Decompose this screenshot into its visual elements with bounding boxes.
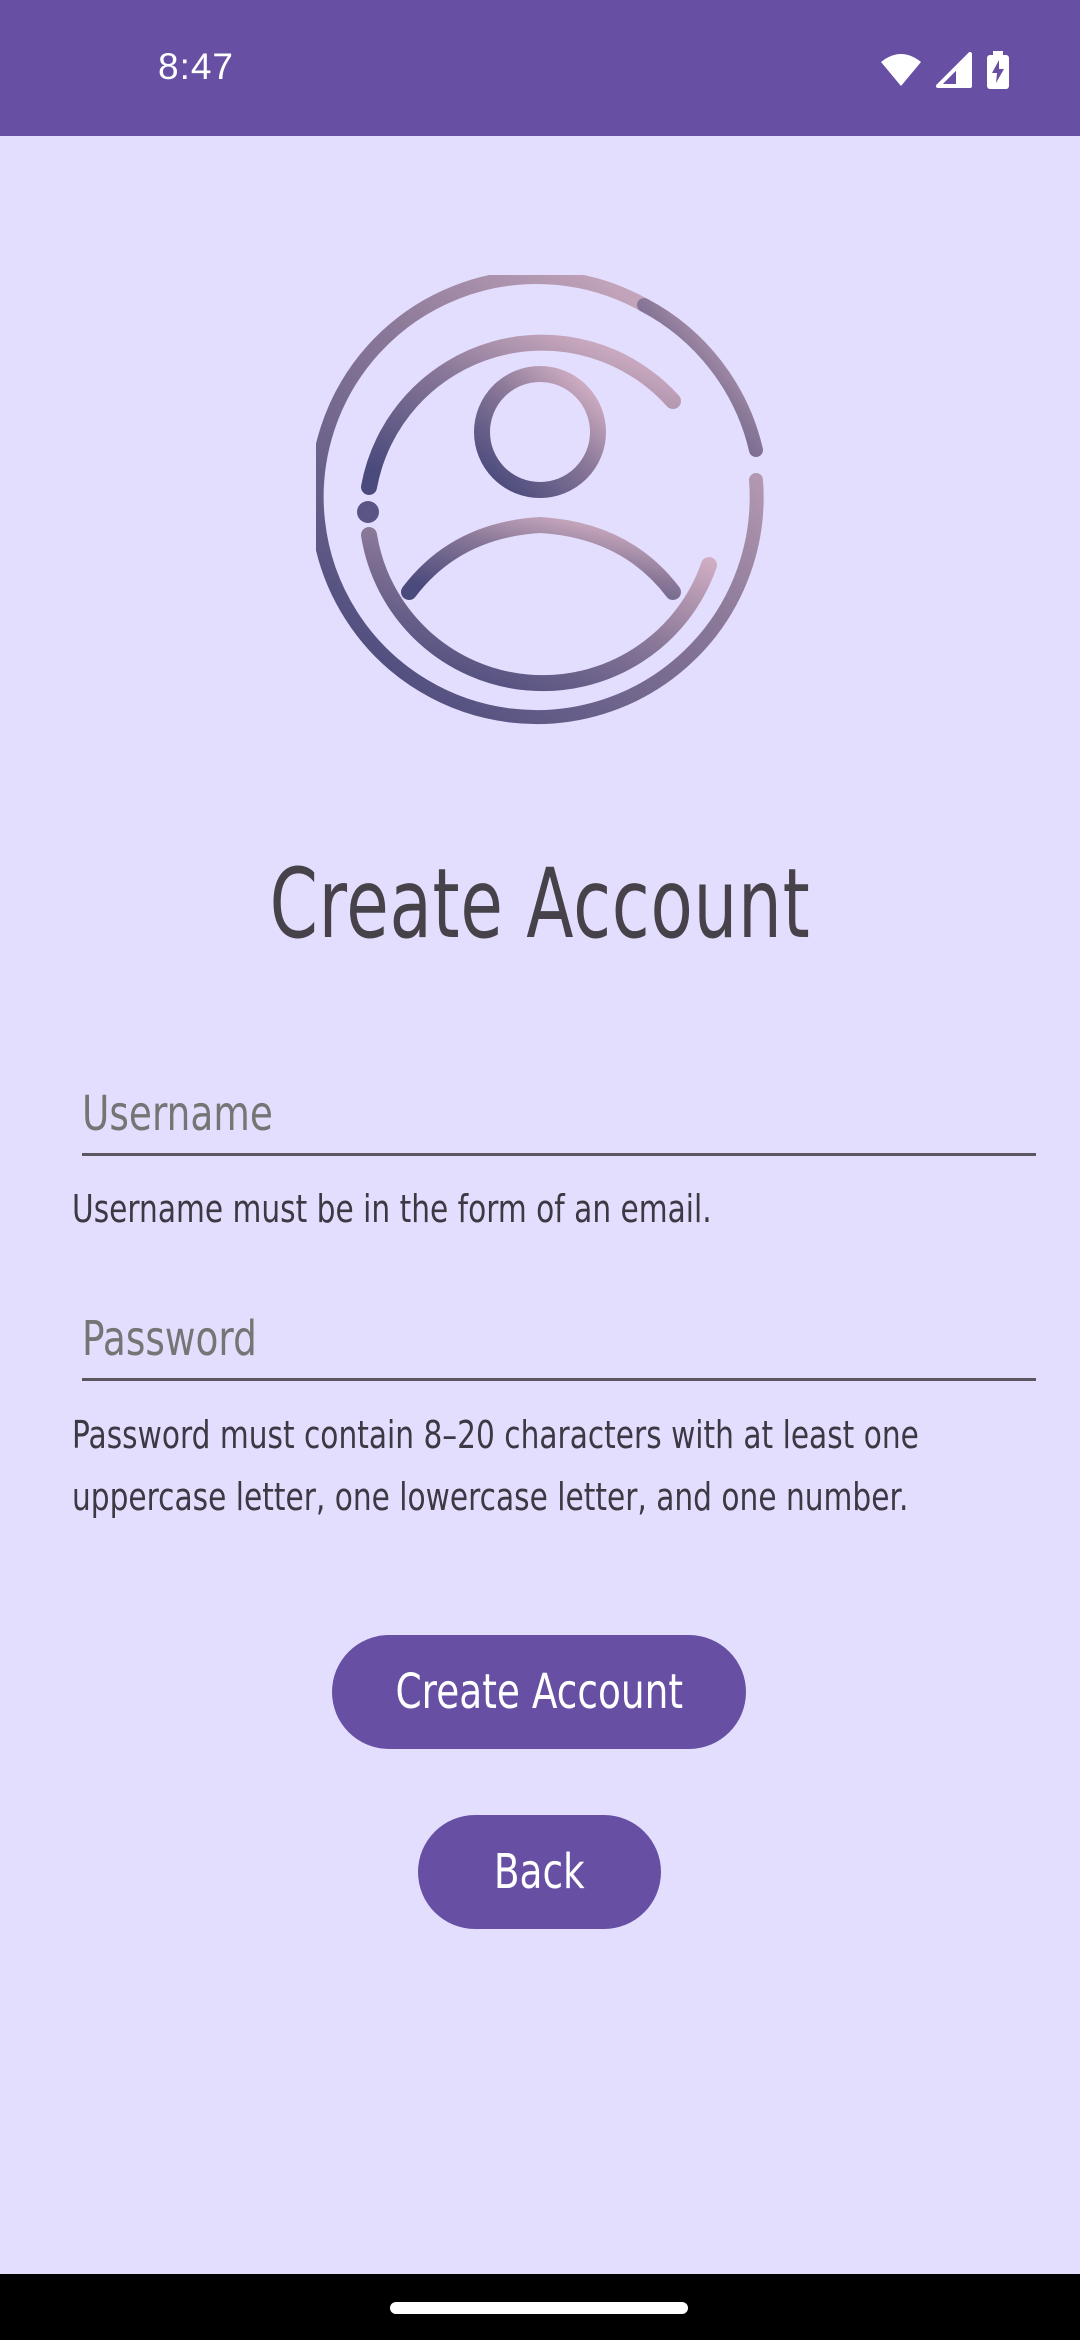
status-time: 8:47 <box>158 46 235 87</box>
status-bar: 8:47 <box>0 0 1080 136</box>
status-icons <box>880 50 1010 90</box>
home-gesture-handle[interactable] <box>390 2302 688 2314</box>
password-helper-line-2: uppercase letter, one lowercase letter, … <box>72 1475 909 1519</box>
page-title: Create Account <box>269 848 811 960</box>
create-account-button-label: Create Account <box>395 1664 683 1720</box>
password-helper-text: Password must contain 8–20 characters wi… <box>72 1404 1031 1528</box>
wifi-icon <box>881 54 921 86</box>
back-button-label: Back <box>494 1844 585 1900</box>
username-field[interactable] <box>82 1075 1036 1156</box>
battery-charging-icon <box>987 51 1009 89</box>
username-helper-text: Username must be in the form of an email… <box>72 1187 712 1231</box>
create-account-screen: Create Account Username must be in the f… <box>0 136 1080 2274</box>
navigation-bar <box>0 2274 1080 2340</box>
back-button[interactable]: Back <box>418 1815 661 1929</box>
add-user-icon <box>316 275 766 724</box>
password-helper-line-1: Password must contain 8–20 characters wi… <box>72 1413 919 1457</box>
password-input[interactable] <box>82 1300 1035 1378</box>
password-field[interactable] <box>82 1300 1036 1381</box>
create-account-button[interactable]: Create Account <box>332 1635 746 1749</box>
username-input[interactable] <box>82 1075 1035 1153</box>
cellular-signal-icon <box>936 52 972 88</box>
